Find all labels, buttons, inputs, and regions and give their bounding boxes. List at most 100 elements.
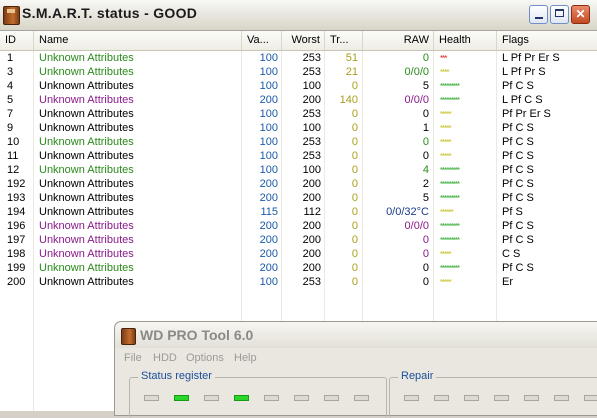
cell-name: Unknown Attributes bbox=[39, 206, 134, 218]
cell-flags: Pf C S bbox=[502, 220, 534, 232]
cell-threshold: 21 bbox=[345, 66, 358, 78]
drive-icon bbox=[121, 328, 136, 345]
cell-threshold: 0 bbox=[351, 122, 358, 134]
smart-titlebar[interactable]: S.M.A.R.T. status - GOOD ✕ bbox=[0, 0, 597, 31]
cell-flags: Pf C S bbox=[502, 150, 534, 162]
table-row[interactable]: 194 Unknown Attributes 115 112 0 0/0/32°C ****… bbox=[0, 205, 597, 219]
column-header-flags[interactable]: Flags bbox=[497, 31, 597, 50]
cell-name: Unknown Attributes bbox=[39, 248, 134, 260]
cell-value: 100 bbox=[259, 150, 278, 162]
cell-threshold: 51 bbox=[345, 52, 358, 64]
column-header-name[interactable]: Name bbox=[34, 31, 242, 50]
cell-name: Unknown Attributes bbox=[39, 234, 134, 246]
column-header-health[interactable]: Health bbox=[434, 31, 497, 50]
table-row[interactable]: 7 Unknown Attributes 100 253 0 0 ***** Pf Pr Er… bbox=[0, 107, 597, 121]
table-row[interactable]: 11 Unknown Attributes 100 253 0 0 ***** Pf C S bbox=[0, 149, 597, 163]
column-header-value[interactable]: Va... bbox=[242, 31, 282, 50]
health-stars: ********* bbox=[440, 222, 460, 231]
column-header-id[interactable]: ID bbox=[0, 31, 34, 50]
table-row[interactable]: 9 Unknown Attributes 100 100 0 1 ***** Pf C S bbox=[0, 121, 597, 135]
menu-hdd[interactable]: HDD bbox=[153, 352, 177, 364]
table-row[interactable]: 198 Unknown Attributes 200 200 0 0 ***** C S bbox=[0, 247, 597, 261]
health-stars: ***** bbox=[440, 152, 452, 161]
table-row[interactable]: 200 Unknown Attributes 100 253 0 0 ***** Er bbox=[0, 275, 597, 289]
cell-health: ****** bbox=[434, 205, 496, 219]
cell-threshold: 0 bbox=[351, 206, 358, 218]
cell-raw: 0 bbox=[422, 52, 429, 64]
menu-help[interactable]: Help bbox=[234, 352, 257, 364]
cell-raw: 0 bbox=[422, 234, 429, 246]
cell-raw: 5 bbox=[422, 80, 429, 92]
cell-flags: Pf C S bbox=[502, 136, 534, 148]
cell-health: ********* bbox=[434, 79, 496, 93]
cell-id: 9 bbox=[7, 122, 14, 134]
cell-worst: 253 bbox=[302, 52, 321, 64]
cell-name: Unknown Attributes bbox=[39, 192, 134, 204]
table-row[interactable]: 10 Unknown Attributes 100 253 0 0 ***** Pf C S bbox=[0, 135, 597, 149]
cell-name: Unknown Attributes bbox=[39, 220, 134, 232]
cell-name: Unknown Attributes bbox=[39, 150, 134, 162]
table-row[interactable]: 193 Unknown Attributes 200 200 0 5 ********* Pf… bbox=[0, 191, 597, 205]
cell-value: 100 bbox=[259, 52, 278, 64]
health-stars: ********* bbox=[440, 180, 460, 189]
repair-group: Repair bbox=[389, 370, 597, 418]
health-stars: ***** bbox=[440, 250, 452, 259]
cell-raw: 0/0/0 bbox=[404, 220, 429, 232]
table-row[interactable]: 3 Unknown Attributes 100 253 21 0/0/0 **** L Pf… bbox=[0, 65, 597, 79]
table-row[interactable]: 196 Unknown Attributes 200 200 0 0/0/0 *******… bbox=[0, 219, 597, 233]
cell-health: ***** bbox=[434, 107, 496, 121]
menu-options[interactable]: Options bbox=[186, 352, 224, 364]
cell-value: 115 bbox=[260, 206, 278, 218]
cell-health: *** bbox=[434, 51, 496, 65]
close-button[interactable]: ✕ bbox=[571, 5, 590, 24]
cell-worst: 100 bbox=[302, 122, 321, 134]
cell-worst: 112 bbox=[303, 206, 321, 218]
cell-worst: 253 bbox=[302, 108, 321, 120]
repair-led bbox=[524, 395, 539, 401]
cell-health: ********* bbox=[434, 233, 496, 247]
cell-id: 198 bbox=[7, 248, 26, 260]
cell-id: 194 bbox=[7, 206, 26, 218]
cell-name: Unknown Attributes bbox=[39, 164, 134, 176]
cell-value: 200 bbox=[259, 192, 278, 204]
cell-worst: 253 bbox=[302, 136, 321, 148]
wdtool-titlebar[interactable]: WD PRO Tool 6.0 bbox=[115, 322, 597, 348]
status-register-label: Status register bbox=[138, 370, 215, 382]
cell-value: 100 bbox=[259, 136, 278, 148]
menu-file[interactable]: File bbox=[124, 352, 142, 364]
column-header-raw[interactable]: RAW bbox=[363, 31, 434, 50]
cell-raw: 5 bbox=[422, 192, 429, 204]
cell-threshold: 0 bbox=[351, 262, 358, 274]
cell-value: 100 bbox=[259, 80, 278, 92]
wdtool-title: WD PRO Tool 6.0 bbox=[140, 327, 254, 343]
health-stars: ********* bbox=[440, 236, 460, 245]
cell-id: 197 bbox=[7, 234, 26, 246]
wdtool-window[interactable]: WD PRO Tool 6.0 File HDD Options Help St… bbox=[114, 321, 597, 418]
cell-threshold: 0 bbox=[351, 248, 358, 260]
minimize-button[interactable] bbox=[529, 5, 548, 24]
repair-led bbox=[464, 395, 479, 401]
maximize-button[interactable] bbox=[550, 5, 569, 24]
table-row[interactable]: 192 Unknown Attributes 200 200 0 2 ********* Pf… bbox=[0, 177, 597, 191]
table-row[interactable]: 1 Unknown Attributes 100 253 51 0 *** L Pf Pr E… bbox=[0, 51, 597, 65]
cell-flags: Pf C S bbox=[502, 122, 534, 134]
column-header-worst[interactable]: Worst bbox=[282, 31, 325, 50]
cell-value: 200 bbox=[259, 234, 278, 246]
column-header-threshold[interactable]: Tr... bbox=[325, 31, 363, 50]
health-stars: ***** bbox=[440, 138, 452, 147]
cell-raw: 0/0/32°C bbox=[386, 206, 429, 218]
health-stars: ***** bbox=[440, 110, 452, 119]
cell-raw: 1 bbox=[422, 122, 429, 134]
cell-health: ********* bbox=[434, 219, 496, 233]
table-row[interactable]: 12 Unknown Attributes 100 100 0 4 ********* Pf … bbox=[0, 163, 597, 177]
repair-led bbox=[434, 395, 449, 401]
table-row[interactable]: 4 Unknown Attributes 100 100 0 5 ********* Pf C… bbox=[0, 79, 597, 93]
drive-icon bbox=[3, 6, 20, 25]
health-stars: ********* bbox=[440, 194, 460, 203]
cell-threshold: 0 bbox=[351, 234, 358, 246]
table-row[interactable]: 197 Unknown Attributes 200 200 0 0 ********* Pf… bbox=[0, 233, 597, 247]
table-row[interactable]: 199 Unknown Attributes 200 200 0 0 ********* Pf… bbox=[0, 261, 597, 275]
table-row[interactable]: 5 Unknown Attributes 200 200 140 0/0/0 *******… bbox=[0, 93, 597, 107]
cell-name: Unknown Attributes bbox=[39, 178, 134, 190]
cell-name: Unknown Attributes bbox=[39, 108, 134, 120]
